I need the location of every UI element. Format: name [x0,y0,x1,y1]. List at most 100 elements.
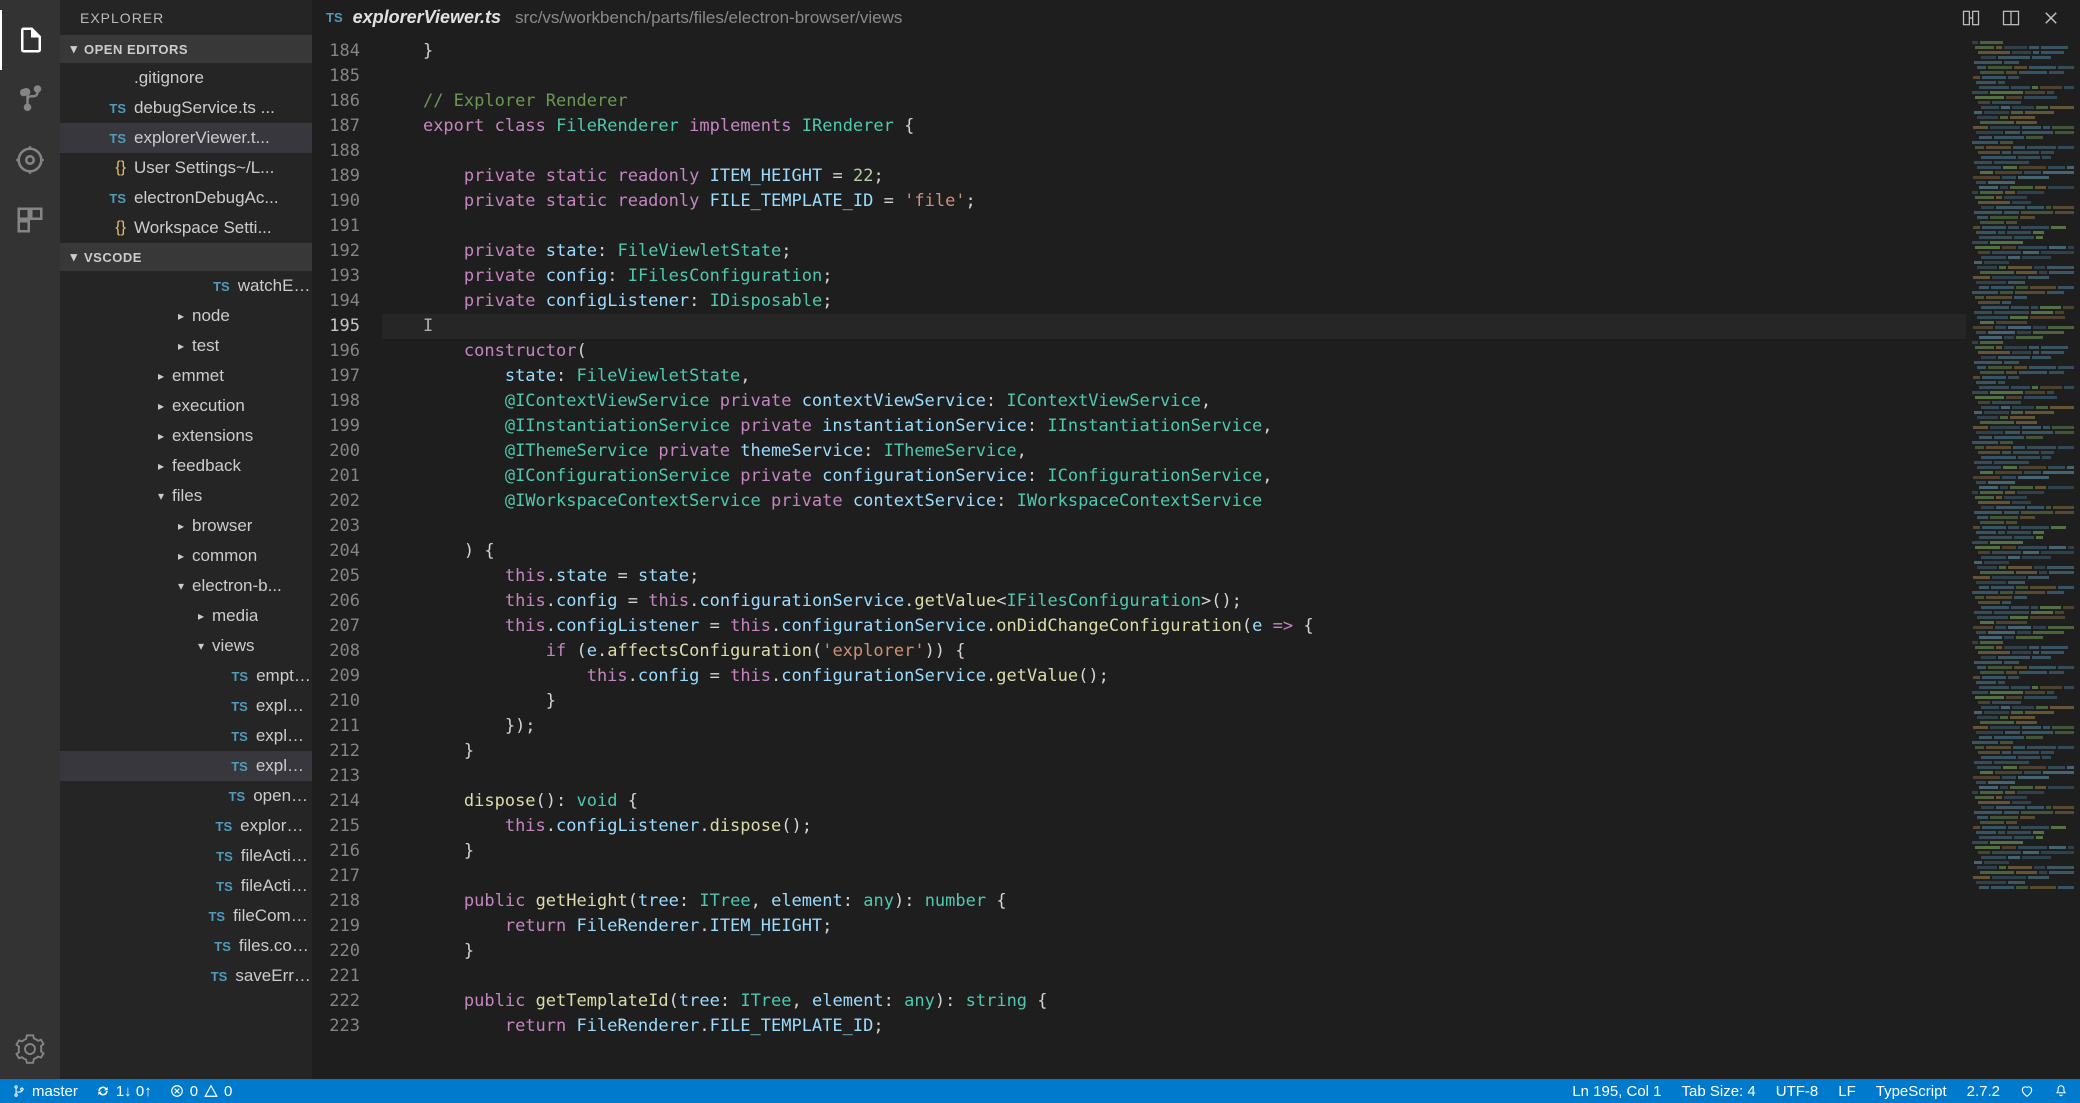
file-type-icon: TS [223,729,248,744]
tree-folder[interactable]: ▸common [60,541,312,571]
tree-label: explor... [256,726,312,746]
tree-file[interactable]: TSfileActio... [60,871,312,901]
status-feedback-icon[interactable] [2020,1083,2034,1100]
status-lang[interactable]: TypeScript [1876,1083,1947,1100]
file-type-icon: TS [201,909,225,924]
open-editor-item[interactable]: {}User Settings~/L... [60,153,312,183]
file-type-icon: TS [207,819,232,834]
tree-folder[interactable]: ▸ test [60,331,312,361]
chevron-icon: ▸ [154,459,168,473]
status-tsversion[interactable]: 2.7.2 [1967,1083,2000,1100]
tree-file[interactable]: TS explor... [60,751,312,781]
status-eol[interactable]: LF [1838,1083,1856,1100]
settings-icon[interactable] [0,1019,60,1079]
compare-icon[interactable] [1960,7,1982,29]
file-type-icon: TS [221,789,245,804]
editor-body[interactable]: 1841851861871881891901911921931941951961… [312,35,2080,1079]
status-bar: master 1↓ 0↑ 0 0 Ln 195, Col 1 Tab Size:… [0,1079,2080,1103]
tree-label: electron-b... [192,576,282,596]
tree-file[interactable]: TS fileComm... [60,901,312,931]
tree-label: browser [192,516,252,536]
status-sync[interactable]: 1↓ 0↑ [96,1083,152,1100]
tree-file[interactable]: TSexplor... [60,691,312,721]
close-icon[interactable] [2040,7,2062,29]
vscode-header[interactable]: ▾VSCODE [60,243,312,271]
file-type-icon: TS [100,101,126,116]
chevron-icon: ▸ [174,309,188,323]
tree-folder[interactable]: ▾files [60,481,312,511]
file-type-icon: {} [100,159,126,177]
tree-label: node [192,306,230,326]
tree-label: execution [172,396,245,416]
status-branch[interactable]: master [12,1083,78,1100]
tab-filename[interactable]: explorerViewer.ts [353,7,501,28]
tree-file[interactable]: TSfiles.con... [60,931,312,961]
file-label: electronDebugAc... [134,188,279,208]
tree-label: test [192,336,219,356]
tree-label: saveErro... [235,966,312,986]
tree-label: media [212,606,258,626]
file-type-icon: TS [223,759,248,774]
chevron-icon: ▾ [194,639,208,653]
open-editor-item[interactable]: .gitignore [60,63,312,93]
tree-label: views [212,636,255,656]
tree-label: watchEx... [238,276,312,296]
tree-folder[interactable]: ▸ media [60,601,312,631]
tree-file[interactable]: TS explor... [60,721,312,751]
file-label: explorerViewer.t... [134,128,270,148]
tree-folder[interactable]: ▸execution [60,391,312,421]
status-linecol[interactable]: Ln 195, Col 1 [1572,1083,1661,1100]
tree-file[interactable]: TS watchEx... [60,271,312,301]
open-editors-header[interactable]: ▾OPEN EDITORS [60,35,312,63]
tree-folder[interactable]: ▾electron-b... [60,571,312,601]
status-encoding[interactable]: UTF-8 [1776,1083,1819,1100]
file-label: .gitignore [134,68,204,88]
file-label: User Settings [134,158,236,178]
tree-label: emmet [172,366,224,386]
tree-label: fileComm... [233,906,312,926]
file-type-icon: TS [100,131,126,146]
status-errors[interactable]: 0 0 [170,1083,233,1100]
chevron-icon: ▸ [194,609,208,623]
file-type-icon: TS [224,669,249,684]
status-tabsize[interactable]: Tab Size: 4 [1682,1083,1756,1100]
extensions-icon[interactable] [0,190,60,250]
editor-area: TS explorerViewer.ts src/vs/workbench/pa… [312,0,2080,1079]
file-type-icon: TS [205,279,230,294]
open-editor-item[interactable]: TS electronDebugAc... [60,183,312,213]
minimap[interactable] [1966,35,2080,1079]
file-type-icon: TS [203,969,227,984]
explorer-icon[interactable] [0,10,60,70]
file-type-icon: {} [100,219,126,237]
split-icon[interactable] [2000,7,2022,29]
tree-label: feedback [172,456,241,476]
tree-file[interactable]: TSexplorer... [60,811,312,841]
scm-icon[interactable] [0,70,60,130]
open-editor-item[interactable]: {}Workspace Setti... [60,213,312,243]
chevron-icon: ▸ [154,429,168,443]
tree-label: empty... [256,666,312,686]
tree-file[interactable]: TSfileActio... [60,841,312,871]
editor-tab-bar: TS explorerViewer.ts src/vs/workbench/pa… [312,0,2080,35]
tree-folder[interactable]: ▸emmet [60,361,312,391]
tree-folder[interactable]: ▸extensions [60,421,312,451]
tree-file[interactable]: TS empty... [60,661,312,691]
tree-label: files.con... [239,936,312,956]
chevron-icon: ▾ [154,489,168,503]
tree-folder[interactable]: ▾ views [60,631,312,661]
tree-folder[interactable]: ▸ feedback [60,451,312,481]
file-type-icon: TS [100,191,126,206]
tree-folder[interactable]: ▸ node [60,301,312,331]
tree-label: explor... [256,756,312,776]
status-bell-icon[interactable] [2054,1083,2068,1100]
file-label: debugService.ts ... [134,98,275,118]
tree-file[interactable]: TSopenE... [60,781,312,811]
open-editor-item[interactable]: TS explorerViewer.t... [60,123,312,153]
chevron-icon: ▸ [174,339,188,353]
tree-file[interactable]: TS saveErro... [60,961,312,991]
debug-icon[interactable] [0,130,60,190]
chevron-icon: ▸ [174,519,188,533]
tree-folder[interactable]: ▸ browser [60,511,312,541]
open-editor-item[interactable]: TS debugService.ts ... [60,93,312,123]
tab-path: src/vs/workbench/parts/files/electron-br… [515,8,902,28]
